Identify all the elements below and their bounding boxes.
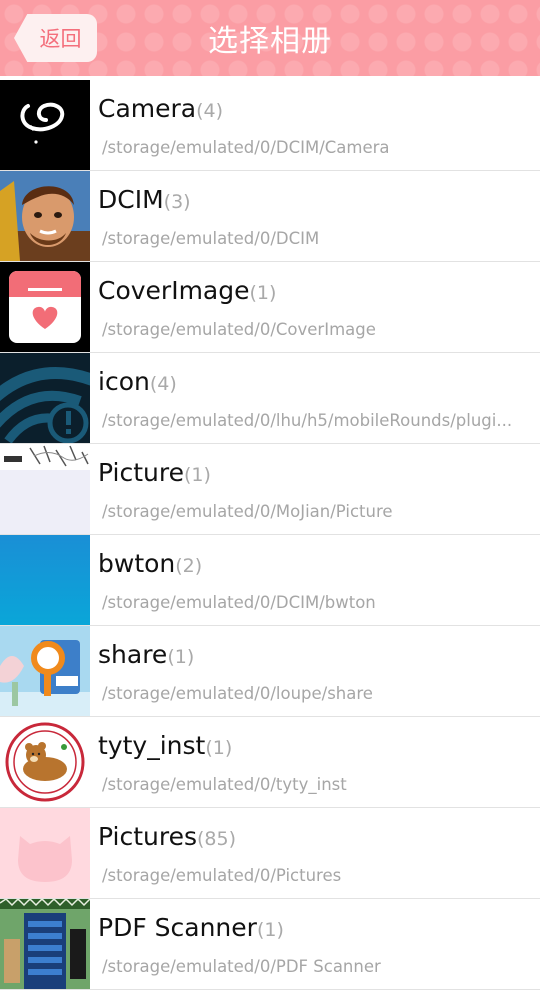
- sketch-picture-thumbnail: [0, 444, 90, 534]
- album-item-picture[interactable]: Picture(1) /storage/emulated/0/MoJian/Pi…: [0, 444, 540, 535]
- camera-gesture-thumbnail: [0, 80, 90, 170]
- heart-calendar-thumbnail: [0, 262, 90, 352]
- bear-badge-thumbnail: [0, 717, 90, 807]
- album-item-bwton[interactable]: bwton(2) /storage/emulated/0/DCIM/bwton: [0, 535, 540, 626]
- album-count: (1): [205, 737, 233, 759]
- album-item-pdf-scanner[interactable]: PDF Scanner(1) /storage/emulated/0/PDF S…: [0, 899, 540, 990]
- album-item-tyty-inst[interactable]: tyty_inst(1) /storage/emulated/0/tyty_in…: [0, 717, 540, 808]
- album-path: /storage/emulated/0/MoJian/Picture: [102, 502, 393, 521]
- album-count: (1): [167, 646, 195, 668]
- album-name: icon: [98, 367, 150, 396]
- game-character-thumbnail: [0, 171, 90, 261]
- album-item-camera[interactable]: Camera(4) /storage/emulated/0/DCIM/Camer…: [0, 80, 540, 171]
- album-path: /storage/emulated/0/Pictures: [102, 866, 342, 885]
- album-name: tyty_inst: [98, 731, 206, 760]
- album-path: /storage/emulated/0/loupe/share: [102, 684, 373, 703]
- album-item-dcim[interactable]: DCIM(3) /storage/emulated/0/DCIM: [0, 171, 540, 262]
- top-bar: 返回 选择相册: [0, 0, 540, 76]
- album-name: Pictures: [98, 822, 197, 851]
- album-list: Camera(4) /storage/emulated/0/DCIM/Camer…: [0, 80, 540, 990]
- album-name: share: [98, 640, 168, 669]
- album-count: (2): [175, 555, 203, 577]
- blue-gradient-thumbnail: [0, 535, 90, 625]
- album-path: /storage/emulated/0/CoverImage: [102, 320, 376, 339]
- pink-cat-thumbnail: [0, 808, 90, 898]
- app-screenshot-thumbnail: [0, 899, 90, 989]
- album-name: PDF Scanner: [98, 913, 257, 942]
- album-name: DCIM: [98, 185, 164, 214]
- album-item-share[interactable]: share(1) /storage/emulated/0/loupe/share: [0, 626, 540, 717]
- page-title: 选择相册: [208, 24, 332, 59]
- album-count: (4): [149, 373, 177, 395]
- album-path: /storage/emulated/0/DCIM/Camera: [102, 138, 390, 157]
- album-name: CoverImage: [98, 276, 250, 305]
- album-item-icon[interactable]: icon(4) /storage/emulated/0/lhu/h5/mobil…: [0, 353, 540, 444]
- album-path: /storage/emulated/0/lhu/h5/mobileRounds/…: [102, 411, 513, 430]
- album-count: (1): [249, 282, 277, 304]
- album-name: Picture: [98, 458, 184, 487]
- album-item-pictures[interactable]: Pictures(85) /storage/emulated/0/Picture…: [0, 808, 540, 899]
- wifi-warning-thumbnail: [0, 353, 90, 443]
- album-item-coverimage[interactable]: CoverImage(1) /storage/emulated/0/CoverI…: [0, 262, 540, 353]
- album-count: (85): [197, 828, 237, 850]
- album-count: (1): [256, 919, 284, 941]
- album-count: (3): [163, 191, 191, 213]
- album-count: (1): [183, 464, 211, 486]
- album-path: /storage/emulated/0/DCIM/bwton: [102, 593, 376, 612]
- magnifier-thumbnail: [0, 626, 90, 716]
- album-count: (4): [196, 100, 224, 122]
- album-name: Camera: [98, 94, 197, 123]
- album-path: /storage/emulated/0/DCIM: [102, 229, 320, 248]
- album-path: /storage/emulated/0/tyty_inst: [102, 775, 347, 794]
- album-name: bwton: [98, 549, 176, 578]
